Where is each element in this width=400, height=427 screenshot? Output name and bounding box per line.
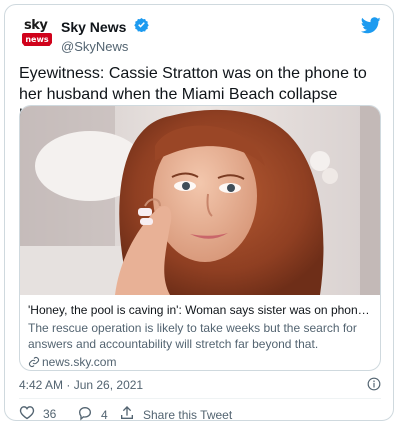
heart-icon: [19, 405, 43, 423]
avatar-logo-sky: sky: [24, 18, 48, 33]
account-names: Sky News @SkyNews: [61, 17, 149, 54]
card-domain[interactable]: news.sky.com: [28, 354, 374, 370]
account-handle[interactable]: @SkyNews: [61, 39, 149, 54]
info-icon[interactable]: [367, 377, 381, 394]
reply-icon: [77, 405, 101, 424]
reply-count: 4: [101, 407, 108, 422]
reply-button[interactable]: 4: [77, 405, 108, 424]
avatar-logo-news: news: [22, 33, 52, 46]
twitter-bird-icon[interactable]: [360, 17, 381, 39]
card-title[interactable]: 'Honey, the pool is caving in': Woman sa…: [28, 302, 374, 318]
link-card[interactable]: 'Honey, the pool is caving in': Woman sa…: [19, 105, 381, 371]
tweet-timestamp[interactable]: 4:42 AM · Jun 26, 2021: [19, 378, 143, 392]
card-description: The rescue operation is likely to take w…: [28, 321, 357, 351]
card-image[interactable]: [20, 106, 380, 295]
tweet-actions: 36 4 Share this Tweet: [19, 405, 381, 423]
tweet-embed[interactable]: sky news Sky News @SkyNews Eyewitness: C…: [4, 4, 394, 423]
avatar[interactable]: sky news: [19, 15, 55, 51]
like-button[interactable]: 36: [19, 405, 56, 423]
like-count: 36: [43, 407, 57, 421]
share-label: Share this Tweet: [143, 407, 233, 422]
card-domain-text: news.sky.com: [42, 355, 117, 369]
share-button[interactable]: Share this Tweet: [119, 405, 232, 424]
display-name[interactable]: Sky News: [61, 19, 126, 35]
card-body: 'Honey, the pool is caving in': Woman sa…: [28, 302, 374, 370]
share-icon: [119, 405, 143, 424]
tweet-header: sky news Sky News @SkyNews: [19, 15, 381, 54]
verified-badge-icon: [134, 17, 149, 37]
link-icon: [28, 355, 42, 369]
divider: [19, 398, 381, 399]
tweet-meta: 4:42 AM · Jun 26, 2021: [19, 377, 381, 394]
